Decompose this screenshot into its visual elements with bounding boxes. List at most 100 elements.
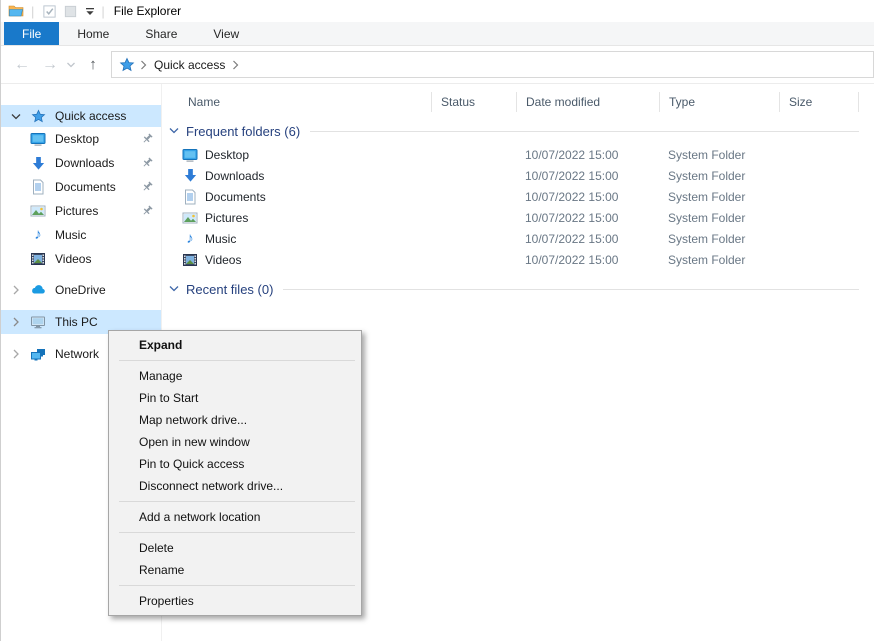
- downloads-icon: [30, 155, 46, 171]
- file-row-downloads[interactable]: Downloads 10/07/2022 15:00 System Folder: [162, 165, 874, 186]
- menu-item-open-in-new-window[interactable]: Open in new window: [109, 431, 361, 453]
- menu-item-add-a-network-location[interactable]: Add a network location: [109, 506, 361, 528]
- chevron-down-icon[interactable]: [9, 112, 23, 121]
- sidebar-item-label: Network: [55, 347, 99, 361]
- sidebar-item-downloads[interactable]: Downloads: [1, 151, 161, 175]
- menu-item-expand[interactable]: Expand: [109, 334, 361, 356]
- menu-item-pin-to-quick-access[interactable]: Pin to Quick access: [109, 453, 361, 475]
- sidebar-item-label: Quick access: [55, 109, 126, 123]
- column-headers: Name Status Date modified Type Size: [162, 90, 874, 114]
- documents-icon: [30, 179, 46, 195]
- pin-icon: [141, 180, 154, 193]
- sidebar-item-label: Desktop: [55, 132, 99, 146]
- documents-icon: [182, 189, 198, 205]
- column-header-type[interactable]: Type: [660, 92, 780, 112]
- tab-share[interactable]: Share: [127, 22, 195, 45]
- sidebar-item-label: This PC: [55, 315, 98, 329]
- menu-item-properties[interactable]: Properties: [109, 590, 361, 612]
- file-date-modified: 10/07/2022 15:00: [517, 232, 660, 246]
- group-header-label: Recent files (0): [186, 282, 273, 297]
- file-row-pictures[interactable]: Pictures 10/07/2022 15:00 System Folder: [162, 207, 874, 228]
- file-row-desktop[interactable]: Desktop 10/07/2022 15:00 System Folder: [162, 144, 874, 165]
- sidebar-item-music[interactable]: ♪ Music: [1, 223, 161, 247]
- titlebar-separator: |: [101, 4, 104, 19]
- group-header-recent-files[interactable]: Recent files (0): [162, 276, 874, 302]
- forward-button-icon[interactable]: →: [37, 56, 63, 74]
- chevron-right-icon[interactable]: [9, 285, 23, 295]
- menu-item-manage[interactable]: Manage: [109, 365, 361, 387]
- music-icon: ♪: [30, 227, 46, 243]
- sidebar-item-documents[interactable]: Documents: [1, 175, 161, 199]
- music-icon: ♪: [182, 231, 198, 247]
- group-header-frequent-folders[interactable]: Frequent folders (6): [162, 118, 874, 144]
- chevron-right-icon[interactable]: [9, 317, 23, 327]
- this-pc-icon: [30, 314, 46, 330]
- quick-access-star-icon: [30, 108, 46, 124]
- address-bar[interactable]: Quick access: [111, 51, 874, 78]
- file-date-modified: 10/07/2022 15:00: [517, 190, 660, 204]
- sidebar-item-label: Videos: [55, 252, 91, 266]
- menu-separator: [119, 360, 355, 361]
- tab-home[interactable]: Home: [59, 22, 127, 45]
- sidebar-item-quick-access[interactable]: Quick access: [1, 105, 161, 127]
- column-header-name[interactable]: Name: [162, 92, 432, 112]
- chevron-right-icon[interactable]: [9, 349, 23, 359]
- breadcrumb-chevron-icon[interactable]: [232, 60, 239, 70]
- sidebar-item-videos[interactable]: Videos: [1, 247, 161, 271]
- sidebar-item-label: Music: [55, 228, 86, 242]
- column-header-date-modified[interactable]: Date modified: [517, 92, 660, 112]
- breadcrumb-chevron-icon: [140, 60, 147, 70]
- back-button-icon[interactable]: ←: [7, 56, 37, 74]
- menu-item-rename[interactable]: Rename: [109, 559, 361, 581]
- file-name: Desktop: [205, 148, 249, 162]
- file-name: Downloads: [205, 169, 264, 183]
- file-name: Pictures: [205, 211, 248, 225]
- titlebar-separator: |: [31, 4, 34, 19]
- column-header-size[interactable]: Size: [780, 92, 859, 112]
- menu-item-delete[interactable]: Delete: [109, 537, 361, 559]
- ribbon-tabstrip: File Home Share View: [1, 22, 874, 46]
- file-row-music[interactable]: ♪ Music 10/07/2022 15:00 System Folder: [162, 228, 874, 249]
- file-date-modified: 10/07/2022 15:00: [517, 211, 660, 225]
- menu-separator: [119, 532, 355, 533]
- file-row-documents[interactable]: Documents 10/07/2022 15:00 System Folder: [162, 186, 874, 207]
- sidebar-item-desktop[interactable]: Desktop: [1, 127, 161, 151]
- file-row-videos[interactable]: Videos 10/07/2022 15:00 System Folder: [162, 249, 874, 270]
- pin-icon: [141, 156, 154, 169]
- group-header-rule: [310, 131, 859, 132]
- file-date-modified: 10/07/2022 15:00: [517, 148, 660, 162]
- column-header-status[interactable]: Status: [432, 92, 517, 112]
- breadcrumb-quick-access[interactable]: Quick access: [152, 56, 227, 74]
- file-date-modified: 10/07/2022 15:00: [517, 169, 660, 183]
- menu-item-pin-to-start[interactable]: Pin to Start: [109, 387, 361, 409]
- network-icon: [30, 346, 46, 362]
- pin-icon: [141, 204, 154, 217]
- group-header-label: Frequent folders (6): [186, 124, 300, 139]
- quick-access-star-icon: [119, 57, 135, 73]
- sidebar-item-onedrive[interactable]: OneDrive: [1, 278, 161, 302]
- tab-view[interactable]: View: [195, 22, 257, 45]
- sidebar-item-pictures[interactable]: Pictures: [1, 199, 161, 223]
- pictures-icon: [182, 210, 198, 226]
- desktop-icon: [30, 131, 46, 147]
- recent-locations-dropdown-icon[interactable]: [63, 61, 79, 69]
- sidebar-item-label: Documents: [55, 180, 116, 194]
- file-date-modified: 10/07/2022 15:00: [517, 253, 660, 267]
- file-type: System Folder: [660, 169, 780, 183]
- qat-properties-icon[interactable]: [41, 3, 58, 20]
- up-button-icon[interactable]: ↑: [79, 56, 107, 73]
- qat-new-folder-icon[interactable]: [62, 3, 79, 20]
- onedrive-icon: [30, 282, 46, 298]
- tab-file[interactable]: File: [4, 22, 59, 45]
- chevron-down-icon[interactable]: [169, 127, 179, 135]
- file-type: System Folder: [660, 211, 780, 225]
- file-name: Music: [205, 232, 236, 246]
- menu-item-disconnect-network-drive[interactable]: Disconnect network drive...: [109, 475, 361, 497]
- file-explorer-logo-icon: [7, 3, 24, 20]
- downloads-icon: [182, 168, 198, 184]
- menu-separator: [119, 501, 355, 502]
- menu-item-map-network-drive[interactable]: Map network drive...: [109, 409, 361, 431]
- qat-customize-dropdown-icon[interactable]: [84, 4, 96, 18]
- chevron-down-icon[interactable]: [169, 285, 179, 293]
- file-explorer-window: | | File Explorer File Home Share View: [0, 0, 874, 641]
